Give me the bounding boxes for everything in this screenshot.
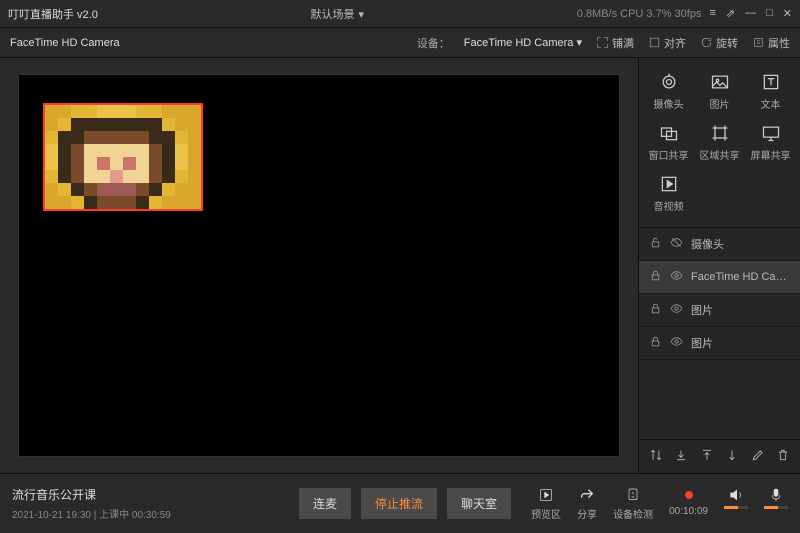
- device-select[interactable]: FaceTime HD Camera ▾: [464, 36, 582, 49]
- layer-actions: [639, 439, 800, 473]
- lock-icon[interactable]: [649, 269, 662, 285]
- device-label: 设备：: [417, 35, 450, 51]
- visibility-icon[interactable]: [670, 302, 683, 318]
- source-name: FaceTime HD Camera: [10, 37, 120, 49]
- layer-name: 摄像头: [691, 236, 790, 252]
- lock-icon[interactable]: [649, 302, 662, 318]
- tool-window[interactable]: 窗口共享: [645, 119, 692, 166]
- move-up-icon[interactable]: [700, 448, 714, 465]
- layer-row[interactable]: FaceTime HD Came…: [639, 261, 800, 294]
- class-name: 流行音乐公开课: [12, 486, 171, 503]
- class-meta: 2021-10-21 19:30 | 上课中 00:30:59: [12, 506, 171, 521]
- menu-icon[interactable]: ≡: [709, 7, 715, 20]
- app-title: 叮叮直播助手 v2.0: [8, 6, 98, 22]
- preview-control[interactable]: 预览区: [531, 487, 561, 521]
- maximize-icon[interactable]: □: [766, 7, 773, 20]
- scene-selector[interactable]: 默认场景▾: [98, 6, 577, 22]
- layer-row[interactable]: 图片: [639, 294, 800, 327]
- preview-canvas[interactable]: [18, 74, 620, 457]
- move-down-icon[interactable]: [674, 448, 688, 465]
- speaker-control[interactable]: [724, 487, 748, 521]
- tool-region[interactable]: 区域共享: [696, 119, 743, 166]
- stream-stats: 0.8MB/s CPU 3.7% 30fps: [577, 8, 702, 20]
- sidebar: 摄像头 图片 文本 窗口共享 区域共享 屏幕共享 音视频 摄像头 FaceTime…: [638, 58, 800, 473]
- source-toolbar: FaceTime HD Camera 设备： FaceTime HD Camer…: [0, 28, 800, 58]
- close-icon[interactable]: ✕: [783, 7, 792, 20]
- titlebar: 叮叮直播助手 v2.0 默认场景▾ 0.8MB/s CPU 3.7% 30fps…: [0, 0, 800, 28]
- record-control[interactable]: 00:10:09: [669, 487, 708, 521]
- bottom-bar: 流行音乐公开课 2021-10-21 19:30 | 上课中 00:30:59 …: [0, 473, 800, 533]
- lock-icon[interactable]: [649, 236, 662, 252]
- layer-list: 摄像头FaceTime HD Came…图片图片: [639, 227, 800, 439]
- tool-text[interactable]: 文本: [747, 68, 794, 115]
- delete-icon[interactable]: [776, 448, 790, 465]
- visibility-icon[interactable]: [670, 269, 683, 285]
- layer-row[interactable]: 摄像头: [639, 228, 800, 261]
- visibility-icon[interactable]: [670, 335, 683, 351]
- visibility-icon[interactable]: [670, 236, 683, 252]
- layer-name: 图片: [691, 335, 790, 351]
- props-button[interactable]: 属性: [752, 35, 790, 51]
- fill-button[interactable]: 铺满: [596, 35, 634, 51]
- tool-image[interactable]: 图片: [696, 68, 743, 115]
- layer-name: FaceTime HD Came…: [691, 271, 790, 283]
- minimize-icon[interactable]: —: [745, 7, 756, 20]
- bring-down-icon[interactable]: [725, 448, 739, 465]
- edit-icon[interactable]: [751, 448, 765, 465]
- sort-icon[interactable]: [649, 448, 663, 465]
- tool-camera[interactable]: 摄像头: [645, 68, 692, 115]
- tool-screen[interactable]: 屏幕共享: [747, 119, 794, 166]
- device-check-control[interactable]: 设备检测: [613, 487, 653, 521]
- connect-mic-button[interactable]: 连麦: [299, 488, 351, 519]
- lock-icon[interactable]: [649, 335, 662, 351]
- align-button[interactable]: 对齐: [648, 35, 686, 51]
- pin-icon[interactable]: ⇗: [726, 7, 735, 20]
- rotate-button[interactable]: 旋转: [700, 35, 738, 51]
- stop-stream-button[interactable]: 停止推流: [361, 488, 437, 519]
- canvas-area: [0, 58, 638, 473]
- chatroom-button[interactable]: 聊天室: [447, 488, 511, 519]
- camera-frame[interactable]: [43, 103, 203, 211]
- mic-control[interactable]: [764, 487, 788, 521]
- share-control[interactable]: 分享: [577, 487, 597, 521]
- tool-audiovideo[interactable]: 音视频: [645, 170, 692, 217]
- layer-row[interactable]: 图片: [639, 327, 800, 360]
- layer-name: 图片: [691, 302, 790, 318]
